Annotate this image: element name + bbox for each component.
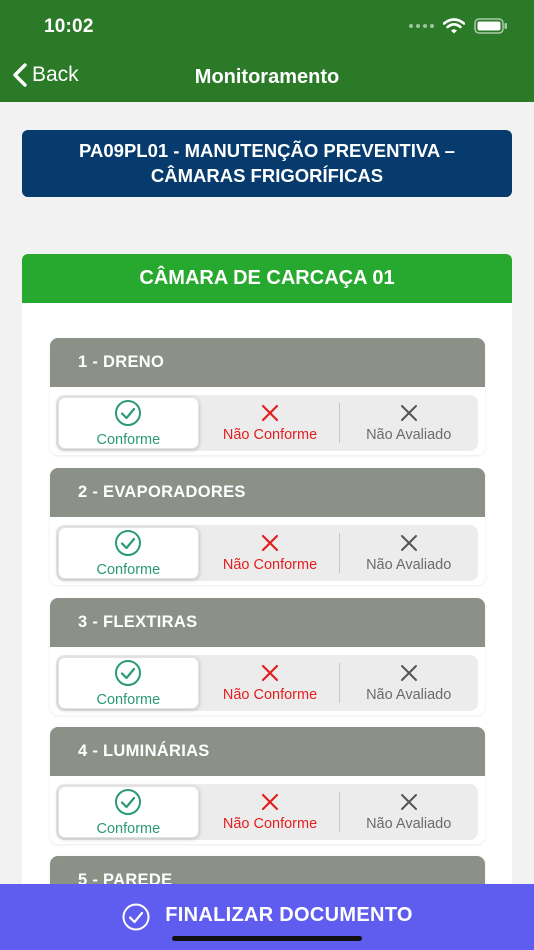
nao-conforme-option[interactable]: Não Conforme — [201, 395, 340, 451]
x-mark-gray-icon — [400, 664, 417, 681]
nao-conforme-label: Não Conforme — [222, 686, 318, 703]
document-title: PA09PL01 - MANUTENÇÃO PREVENTIVA – CÂMAR… — [22, 130, 512, 197]
conforme-option[interactable]: Conforme — [58, 527, 199, 579]
nao-avaliado-label: Não Avaliado — [366, 556, 452, 573]
nao-avaliado-option[interactable]: Não Avaliado — [339, 395, 478, 451]
checklist-item: 1 - DRENO Conforme Não Conforme Não Aval… — [50, 338, 485, 455]
x-mark-red-icon — [261, 664, 279, 681]
signal-dots-icon — [409, 24, 434, 28]
chevron-left-icon — [13, 63, 27, 87]
page-title: Monitoramento — [194, 66, 340, 88]
nao-conforme-label: Não Conforme — [222, 815, 318, 832]
status-segmented-control: Conforme Não Conforme Não Avaliado — [56, 525, 478, 581]
item-label: 5 - PAREDE — [50, 856, 485, 884]
wifi-icon — [443, 18, 465, 34]
check-circle-icon — [115, 529, 142, 556]
conforme-option[interactable]: Conforme — [58, 657, 199, 709]
chamber-section: CÂMARA DE CARCAÇA 01 1 - DRENO Conforme … — [22, 254, 512, 884]
finalize-document-label: FINALIZAR DOCUMENTO — [165, 904, 413, 926]
item-label: 2 - EVAPORADORES — [50, 468, 485, 517]
nao-avaliado-label: Não Avaliado — [366, 686, 452, 703]
check-circle-icon — [115, 788, 142, 815]
nao-conforme-label: Não Conforme — [222, 426, 318, 443]
nao-conforme-option[interactable]: Não Conforme — [201, 525, 340, 581]
status-segmented-control: Conforme Não Conforme Não Avaliado — [56, 784, 478, 840]
status-icons — [409, 18, 508, 34]
status-bar: 10:02 — [0, 16, 534, 40]
nao-conforme-option[interactable]: Não Conforme — [201, 784, 340, 840]
check-circle-icon — [115, 659, 142, 686]
check-circle-icon — [122, 903, 150, 931]
x-mark-red-icon — [261, 404, 279, 421]
conforme-label: Conforme — [96, 691, 161, 708]
chamber-title: CÂMARA DE CARCAÇA 01 — [22, 254, 512, 303]
nao-avaliado-option[interactable]: Não Avaliado — [339, 525, 478, 581]
status-segmented-control: Conforme Não Conforme Não Avaliado — [56, 655, 478, 711]
item-label: 3 - FLEXTIRAS — [50, 598, 485, 647]
home-indicator — [172, 936, 362, 941]
check-circle-icon — [115, 399, 142, 426]
x-mark-gray-icon — [400, 793, 417, 810]
nao-conforme-option[interactable]: Não Conforme — [201, 655, 340, 711]
back-button[interactable]: Back — [12, 62, 79, 88]
status-segmented-control: Conforme Não Conforme Não Avaliado — [56, 395, 478, 451]
nao-avaliado-label: Não Avaliado — [366, 815, 452, 832]
item-label: 1 - DRENO — [50, 338, 485, 387]
conforme-label: Conforme — [96, 820, 161, 837]
item-label: 4 - LUMINÁRIAS — [50, 727, 485, 776]
nao-conforme-label: Não Conforme — [222, 556, 318, 573]
back-label: Back — [32, 63, 79, 86]
x-mark-red-icon — [261, 793, 279, 810]
checklist-item: 2 - EVAPORADORES Conforme Não Conforme N… — [50, 468, 485, 585]
battery-icon — [474, 18, 507, 34]
x-mark-gray-icon — [400, 534, 417, 551]
conforme-label: Conforme — [96, 431, 161, 448]
nao-avaliado-label: Não Avaliado — [366, 426, 452, 443]
checklist-item: 5 - PAREDE — [50, 856, 485, 884]
x-mark-gray-icon — [400, 404, 417, 421]
conforme-option[interactable]: Conforme — [58, 397, 199, 449]
nao-avaliado-option[interactable]: Não Avaliado — [339, 655, 478, 711]
status-time: 10:02 — [44, 16, 94, 37]
checklist-item: 3 - FLEXTIRAS Conforme Não Conforme Não … — [50, 598, 485, 715]
nao-avaliado-option[interactable]: Não Avaliado — [339, 784, 478, 840]
checklist-item: 4 - LUMINÁRIAS Conforme Não Conforme Não… — [50, 727, 485, 844]
conforme-label: Conforme — [96, 561, 161, 578]
conforme-option[interactable]: Conforme — [58, 786, 199, 838]
content-area[interactable]: PA09PL01 - MANUTENÇÃO PREVENTIVA – CÂMAR… — [0, 102, 534, 884]
x-mark-red-icon — [261, 534, 279, 551]
top-bar: 10:02 Back Monitoramento — [0, 0, 534, 102]
navigation-bar: Back Monitoramento — [0, 60, 534, 94]
